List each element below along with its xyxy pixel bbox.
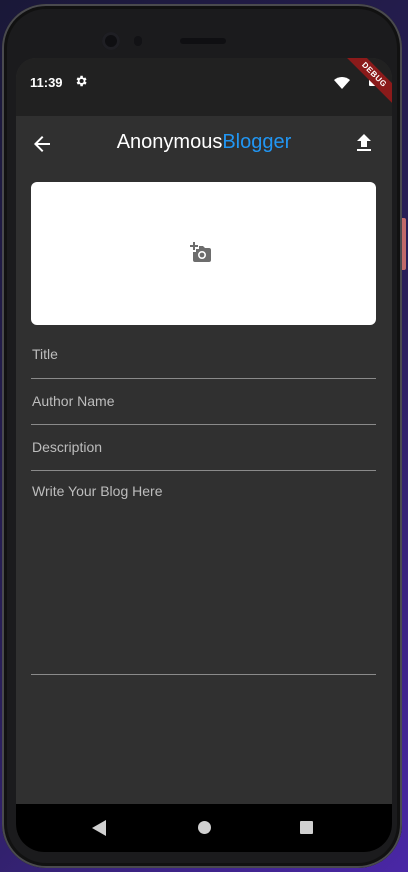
- status-bar: 11:39 DEBUG: [16, 58, 392, 116]
- upload-icon[interactable]: [352, 131, 376, 155]
- wifi-icon: [334, 76, 350, 94]
- description-field[interactable]: Description: [31, 432, 376, 471]
- description-placeholder: Description: [32, 439, 103, 455]
- add-a-photo-icon: [190, 241, 216, 270]
- app-title: AnonymousBlogger: [16, 131, 392, 154]
- phone-frame: 11:39 DEBUG AnonymousBlogger Title Autho…: [2, 4, 406, 868]
- title-field[interactable]: Title: [31, 340, 376, 379]
- system-navigation-bar: [16, 804, 392, 852]
- nav-recents-icon[interactable]: [300, 821, 313, 834]
- author-name-field[interactable]: Author Name: [31, 386, 376, 425]
- sensor: [134, 36, 142, 46]
- title-placeholder: Title: [32, 346, 58, 362]
- app-title-blogger: Blogger: [222, 131, 292, 153]
- app-bar: AnonymousBlogger: [16, 116, 392, 172]
- status-time: 11:39: [30, 75, 63, 90]
- nav-back-icon[interactable]: [92, 820, 106, 841]
- blog-content-field[interactable]: Write Your Blog Here: [31, 476, 376, 675]
- nav-home-icon[interactable]: [198, 821, 211, 834]
- front-camera: [102, 32, 120, 50]
- screen: 11:39 DEBUG AnonymousBlogger Title Autho…: [16, 58, 392, 852]
- settings-icon: [74, 74, 88, 93]
- blog-content-placeholder: Write Your Blog Here: [32, 483, 163, 499]
- app-title-anonymous: Anonymous: [116, 131, 223, 153]
- author-name-placeholder: Author Name: [32, 393, 115, 409]
- earpiece-speaker: [180, 38, 226, 44]
- power-button: [402, 218, 406, 270]
- image-picker[interactable]: [31, 182, 376, 325]
